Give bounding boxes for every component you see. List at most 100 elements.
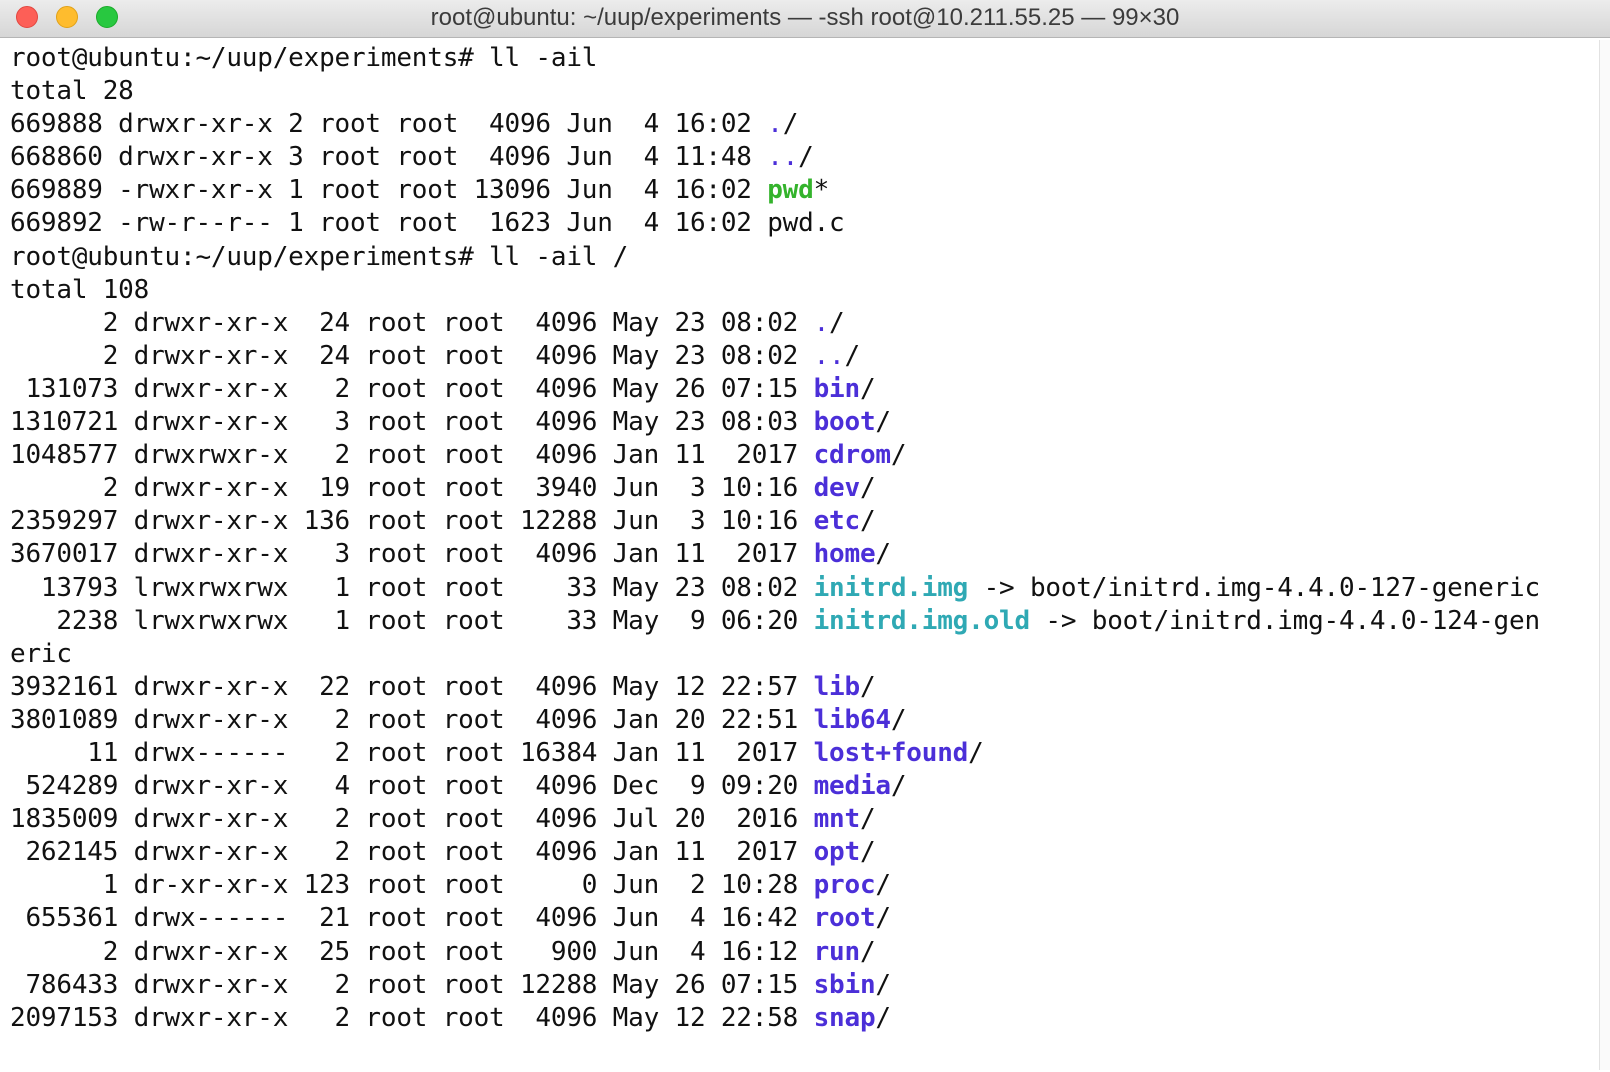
- terminal-text: /: [875, 539, 891, 570]
- terminal-line: 2359297 drwxr-xr-x 136 root root 12288 J…: [10, 505, 1595, 538]
- terminal-text: ..: [767, 142, 799, 173]
- terminal-text: root@ubuntu:~/uup/experiments# ll -ail: [10, 43, 598, 73]
- directory-name: lost+found: [813, 737, 969, 768]
- terminal-text: 669888 drwxr-xr-x 2 root root 4096 Jun 4…: [10, 109, 768, 140]
- terminal-text: total 108: [10, 274, 150, 305]
- terminal-text: 655361 drwx------ 21 root root 4096 Jun …: [10, 903, 814, 934]
- directory-name: run: [813, 936, 861, 967]
- terminal-text: /: [875, 903, 891, 934]
- terminal-text: 668860 drwxr-xr-x 3 root root 4096 Jun 4…: [10, 142, 768, 173]
- directory-name: proc: [813, 870, 876, 901]
- window-title: root@ubuntu: ~/uup/experiments — -ssh ro…: [430, 4, 1180, 31]
- terminal-text: 13793 lrwxrwxrwx 1 root root 33 May 23 0…: [10, 572, 814, 603]
- terminal-text: /: [968, 737, 984, 768]
- terminal-text: /: [875, 407, 891, 438]
- terminal-line: 668860 drwxr-xr-x 3 root root 4096 Jun 4…: [10, 141, 1595, 174]
- directory-name: home: [813, 539, 876, 570]
- terminal-line: 786433 drwxr-xr-x 2 root root 12288 May …: [10, 969, 1595, 1002]
- terminal-line: 262145 drwxr-xr-x 2 root root 4096 Jan 1…: [10, 836, 1595, 869]
- terminal-line: 669889 -rwxr-xr-x 1 root root 13096 Jun …: [10, 174, 1595, 207]
- terminal-text: /: [829, 307, 845, 338]
- terminal-text: 786433 drwxr-xr-x 2 root root 12288 May …: [10, 969, 814, 1000]
- terminal-line: eric: [10, 638, 1595, 671]
- terminal-text: 2 drwxr-xr-x 19 root root 3940 Jun 3 10:…: [10, 473, 814, 504]
- terminal-line: 669888 drwxr-xr-x 2 root root 4096 Jun 4…: [10, 108, 1595, 141]
- terminal-text: 3801089 drwxr-xr-x 2 root root 4096 Jan …: [10, 704, 814, 735]
- terminal-line: root@ubuntu:~/uup/experiments# ll -ail: [10, 42, 1595, 75]
- terminal-line: total 28: [10, 75, 1595, 108]
- terminal-text: 3670017 drwxr-xr-x 3 root root 4096 Jan …: [10, 539, 814, 570]
- terminal-text: -> boot/initrd.img-4.4.0-124-gen: [1029, 605, 1540, 636]
- directory-name: lib64: [813, 704, 891, 735]
- directory-name: sbin: [813, 969, 876, 1000]
- directory-name: bin: [813, 373, 861, 404]
- terminal-line: 1048577 drwxrwxr-x 2 root root 4096 Jan …: [10, 439, 1595, 472]
- terminal-window: root@ubuntu: ~/uup/experiments — -ssh ro…: [0, 0, 1610, 1072]
- directory-name: boot: [813, 407, 876, 438]
- terminal-line: 3670017 drwxr-xr-x 3 root root 4096 Jan …: [10, 538, 1595, 571]
- terminal-line: 2238 lrwxrwxrwx 1 root root 33 May 9 06:…: [10, 605, 1595, 638]
- terminal-text: /: [859, 837, 876, 868]
- terminal-text: /: [875, 870, 891, 901]
- terminal-text: root@ubuntu:~/uup/experiments# ll -ail /: [10, 241, 629, 272]
- terminal-text: /: [859, 373, 876, 404]
- directory-name: lib: [813, 671, 861, 702]
- directory-name: snap: [813, 1002, 876, 1033]
- terminal-text: /: [859, 671, 876, 702]
- terminal-text: /: [890, 771, 907, 802]
- terminal-line: 1 dr-xr-xr-x 123 root root 0 Jun 2 10:28…: [10, 869, 1595, 902]
- terminal-line: 3932161 drwxr-xr-x 22 root root 4096 May…: [10, 671, 1595, 704]
- terminal-line: 131073 drwxr-xr-x 2 root root 4096 May 2…: [10, 373, 1595, 406]
- terminal-text: 262145 drwxr-xr-x 2 root root 4096 Jan 1…: [10, 837, 814, 868]
- terminal-line: 2097153 drwxr-xr-x 2 root root 4096 May …: [10, 1002, 1595, 1035]
- terminal-text: 2097153 drwxr-xr-x 2 root root 4096 May …: [10, 1002, 814, 1033]
- terminal-text: 669892 -rw-r--r-- 1 root root 1623 Jun 4…: [10, 208, 845, 239]
- terminal-line: 2 drwxr-xr-x 19 root root 3940 Jun 3 10:…: [10, 472, 1595, 505]
- terminal-line: 669892 -rw-r--r-- 1 root root 1623 Jun 4…: [10, 207, 1595, 240]
- scrollbar[interactable]: [1599, 40, 1610, 1070]
- terminal-text: /: [782, 109, 799, 140]
- terminal-line: 11 drwx------ 2 root root 16384 Jan 11 2…: [10, 737, 1595, 770]
- terminal-text: /: [844, 340, 861, 371]
- terminal-text: /: [859, 506, 876, 537]
- terminal-text: 131073 drwxr-xr-x 2 root root 4096 May 2…: [10, 373, 814, 404]
- terminal-text: -> boot/initrd.img-4.4.0-127-generic: [968, 572, 1541, 603]
- terminal-text: /: [890, 440, 907, 471]
- executable-name: pwd: [767, 175, 814, 206]
- terminal-text: 669889 -rwxr-xr-x 1 root root 13096 Jun …: [10, 175, 768, 206]
- terminal-text: 11 drwx------ 2 root root 16384 Jan 11 2…: [10, 737, 814, 768]
- terminal-text: 2 drwxr-xr-x 24 root root 4096 May 23 08…: [10, 307, 814, 338]
- directory-name: media: [813, 771, 891, 802]
- directory-name: cdrom: [813, 440, 891, 471]
- terminal-line: 524289 drwxr-xr-x 4 root root 4096 Dec 9…: [10, 770, 1595, 803]
- directory-name: etc: [813, 506, 861, 537]
- terminal-text: 2359297 drwxr-xr-x 136 root root 12288 J…: [10, 506, 814, 537]
- terminal-text: .: [767, 109, 783, 140]
- terminal-line: 13793 lrwxrwxrwx 1 root root 33 May 23 0…: [10, 572, 1595, 605]
- terminal-line: 655361 drwx------ 21 root root 4096 Jun …: [10, 902, 1595, 935]
- terminal-text: /: [859, 936, 876, 967]
- directory-name: root: [813, 903, 876, 934]
- terminal-text: 1 dr-xr-xr-x 123 root root 0 Jun 2 10:28: [10, 870, 814, 901]
- terminal-text: 1835009 drwxr-xr-x 2 root root 4096 Jul …: [10, 804, 814, 835]
- directory-name: mnt: [813, 804, 861, 835]
- terminal-text: 3932161 drwxr-xr-x 22 root root 4096 May…: [10, 671, 814, 702]
- terminal-text: 1048577 drwxrwxr-x 2 root root 4096 Jan …: [10, 440, 814, 471]
- terminal-line: total 108: [10, 274, 1595, 307]
- terminal-text: /: [859, 804, 876, 835]
- terminal-text: /: [875, 969, 891, 1000]
- symlink-name: initrd.img: [813, 572, 969, 603]
- terminal-line: 2 drwxr-xr-x 24 root root 4096 May 23 08…: [10, 307, 1595, 340]
- terminal-text: 2 drwxr-xr-x 24 root root 4096 May 23 08…: [10, 340, 814, 371]
- title-bar[interactable]: root@ubuntu: ~/uup/experiments — -ssh ro…: [0, 0, 1610, 38]
- terminal-line: root@ubuntu:~/uup/experiments# ll -ail /: [10, 241, 1595, 274]
- terminal-text: /: [875, 1002, 891, 1033]
- terminal-line: 3801089 drwxr-xr-x 2 root root 4096 Jan …: [10, 704, 1595, 737]
- terminal-text: ..: [813, 340, 845, 371]
- terminal-line: 1310721 drwxr-xr-x 3 root root 4096 May …: [10, 406, 1595, 439]
- terminal-output[interactable]: root@ubuntu:~/uup/experiments# ll -ail to…: [10, 42, 1595, 1070]
- terminal-text: *: [813, 175, 830, 206]
- directory-name: dev: [813, 473, 861, 504]
- terminal-text: /: [859, 473, 876, 504]
- terminal-text: 2238 lrwxrwxrwx 1 root root 33 May 9 06:…: [10, 605, 814, 636]
